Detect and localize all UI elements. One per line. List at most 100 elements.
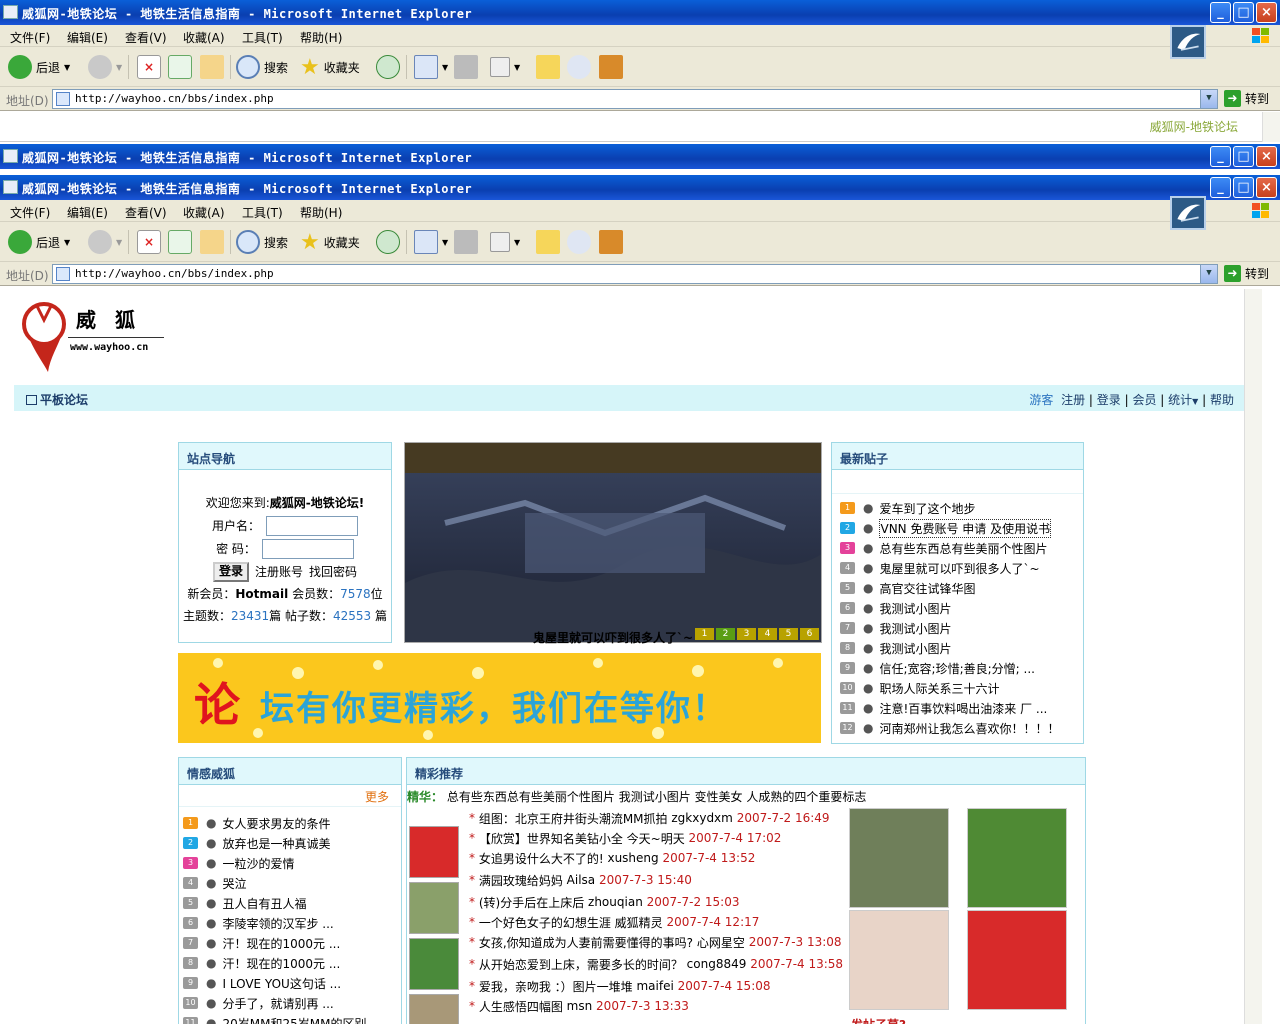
list-item[interactable]: 1 ● 爱车到了这个地步 [840, 498, 1083, 518]
list-item[interactable]: * 组图：北京王府井街头潮流MM抓拍 zgkxydxm 2007-7-2 16:… [469, 808, 849, 828]
list-item[interactable]: 12 ● 河南郑州让我怎么喜欢你！！！！ [840, 718, 1083, 738]
thumbnail-image[interactable] [409, 994, 459, 1024]
list-item[interactable]: 3 ● 总有些东西总有些美丽个性图片 [840, 538, 1083, 558]
menu-edit[interactable]: 编辑(E) [67, 204, 108, 221]
ghost-page-link[interactable]: 威狐网-地铁论坛 [1150, 118, 1238, 135]
menu-edit[interactable]: 编辑(E) [67, 29, 108, 46]
digest-link[interactable]: 人成熟的四个重要标志 [746, 790, 866, 804]
post-prompt[interactable]: 发帖子莫? [851, 1016, 906, 1024]
print-button[interactable] [454, 54, 478, 80]
notes-button[interactable] [536, 54, 560, 80]
edit-button[interactable]: ▼ [490, 229, 520, 255]
forward-button[interactable]: ▼ [88, 54, 122, 80]
menu-file[interactable]: 文件(F) [10, 29, 50, 46]
print-button[interactable] [454, 229, 478, 255]
list-item[interactable]: * 【欣赏】世界知名美钻小全 今天~明天 2007-7-4 17:02 [469, 828, 849, 848]
address-input[interactable]: http://wayhoo.cn/bbs/index.php ▼ [52, 264, 1218, 284]
home-button[interactable] [200, 54, 224, 80]
address-dropdown-icon[interactable]: ▼ [1200, 265, 1217, 283]
login-button[interactable]: 登录 [212, 561, 249, 582]
mail-button[interactable]: ▼ [414, 54, 448, 80]
register-account-link[interactable]: 注册账号 [255, 561, 303, 583]
featured-photo-poster[interactable] [967, 910, 1067, 1010]
close-button[interactable]: × [1256, 177, 1277, 198]
digest-link[interactable]: 我测试小图片 [619, 790, 691, 804]
thumbnail-image[interactable] [409, 882, 459, 934]
username-input[interactable] [266, 515, 358, 536]
minimize-button[interactable]: _ [1210, 146, 1231, 167]
mail-button[interactable]: ▼ [414, 229, 448, 255]
history-button[interactable] [376, 54, 400, 80]
menu-view[interactable]: 查看(V) [125, 204, 167, 221]
edit-button[interactable]: ▼ [490, 54, 520, 80]
search-button[interactable]: 搜索 [236, 229, 288, 255]
research-button[interactable] [599, 229, 623, 255]
list-item[interactable]: 7 ● 我测试小图片 [840, 618, 1083, 638]
digest-link[interactable]: 变性美女 [695, 790, 743, 804]
favorites-button[interactable]: ★ 收藏夹 [300, 229, 360, 255]
page-scrollbar[interactable] [1244, 289, 1262, 1024]
go-button[interactable]: ➜ 转到 [1224, 265, 1269, 282]
list-item[interactable]: 5 ● 高官交往试锋华图 [840, 578, 1083, 598]
featured-photo-hedgehog[interactable] [967, 808, 1067, 908]
thumbnail-image[interactable] [409, 938, 459, 990]
menu-file[interactable]: 文件(F) [10, 204, 50, 221]
site-logo[interactable]: 威 狐 www.wayhoo.cn [18, 294, 168, 374]
minimize-button[interactable]: _ [1210, 177, 1231, 198]
slideshow-caption[interactable]: 鬼屋里就可以吓到很多人了`~ [404, 629, 822, 646]
maximize-button[interactable]: □ [1233, 177, 1254, 198]
menu-tools[interactable]: 工具(T) [242, 29, 283, 46]
notes-button[interactable] [536, 229, 560, 255]
list-item[interactable]: 11 ● 注意!百事饮料喝出油漆来 厂 ... [840, 698, 1083, 718]
back-button[interactable]: 后退 ▼ [8, 229, 70, 255]
refresh-button[interactable] [168, 229, 192, 255]
list-item[interactable]: * 满园玫瑰给妈妈 Ailsa 2007-7-3 15:40 [469, 868, 849, 892]
ghost-title-bar[interactable]: 威狐网-地铁论坛 - 地铁生活信息指南 - Microsoft Internet… [0, 144, 1280, 169]
list-item[interactable]: * 从开始恋爱到上床，需要多长的时间？ cong8849 2007-7-4 13… [469, 952, 849, 976]
list-item[interactable]: * 爱我，亲吻我 ：）图片一堆堆 maifei 2007-7-4 15:08 [469, 976, 849, 996]
address-dropdown-icon[interactable]: ▼ [1200, 90, 1217, 108]
refresh-button[interactable] [168, 54, 192, 80]
featured-photo-cartoon[interactable] [849, 910, 949, 1010]
research-button[interactable] [599, 54, 623, 80]
menu-tools[interactable]: 工具(T) [242, 204, 283, 221]
stop-button[interactable]: × [137, 229, 161, 255]
list-item[interactable]: * 女追男设什么大不了的! xusheng 2007-7-4 13:52 [469, 848, 849, 868]
list-item[interactable]: 2 ● 放弃也是一种真诚美 [183, 833, 401, 853]
list-item[interactable]: 10 ● 分手了，就请别再 ... [183, 993, 401, 1013]
messenger-button[interactable] [567, 54, 591, 80]
stats-link[interactable]: 统计▼ [1168, 393, 1198, 407]
list-item[interactable]: 1 ● 女人要求男友的条件 [183, 813, 401, 833]
list-item[interactable]: 10 ● 职场人际关系三十六计 [840, 678, 1083, 698]
maximize-button[interactable]: □ [1233, 2, 1254, 23]
list-item[interactable]: 2 ● VNN 免费账号 申请 及使用说书 [840, 518, 1083, 538]
register-link[interactable]: 注册 [1061, 393, 1085, 407]
list-item[interactable]: * (转)分手后在上床后 zhouqian 2007-7-2 15:03 [469, 892, 849, 912]
home-button[interactable] [200, 229, 224, 255]
more-link[interactable]: 更多 [365, 790, 389, 804]
menu-favorites[interactable]: 收藏(A) [183, 29, 225, 46]
list-item[interactable]: * 一个好色女子的幻想生涯 威狐精灵 2007-7-4 12:17 [469, 912, 849, 932]
menu-help[interactable]: 帮助(H) [300, 204, 342, 221]
stop-button[interactable]: × [137, 54, 161, 80]
list-item[interactable]: 8 ● 我测试小图片 [840, 638, 1083, 658]
thumbnail-image[interactable] [409, 826, 459, 878]
search-button[interactable]: 搜索 [236, 54, 288, 80]
password-input[interactable] [261, 538, 354, 559]
maximize-button[interactable]: □ [1233, 146, 1254, 167]
list-item[interactable]: 3 ● 一粒沙的爱情 [183, 853, 401, 873]
menu-favorites[interactable]: 收藏(A) [183, 204, 225, 221]
list-item[interactable]: 4 ● 哭泣 [183, 873, 401, 893]
back-button[interactable]: 后退 ▼ [8, 54, 70, 80]
history-button[interactable] [376, 229, 400, 255]
forward-button[interactable]: ▼ [88, 229, 122, 255]
help-link[interactable]: 帮助 [1210, 393, 1234, 407]
list-item[interactable]: 4 ● 鬼屋里就可以吓到很多人了`~ [840, 558, 1083, 578]
list-item[interactable]: 9 ● I LOVE YOU这句话 ... [183, 973, 401, 993]
list-item[interactable]: 5 ● 丑人自有丑人福 [183, 893, 401, 913]
address-input[interactable]: http://wayhoo.cn/bbs/index.php ▼ [52, 89, 1218, 109]
digest-link[interactable]: 总有些东西总有些美丽个性图片 [447, 790, 615, 804]
login-link[interactable]: 登录 [1097, 393, 1121, 407]
menu-view[interactable]: 查看(V) [125, 29, 167, 46]
members-link[interactable]: 会员 [1132, 393, 1156, 407]
